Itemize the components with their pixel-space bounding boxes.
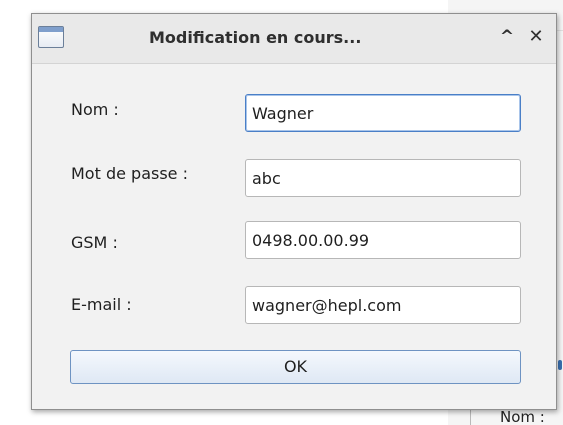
edit-dialog: Modification en cours... ^ ✕ Nom : Mot d… (31, 13, 557, 410)
ok-button[interactable]: OK (70, 350, 521, 384)
dialog-titlebar[interactable]: Modification en cours... ^ ✕ (32, 14, 556, 64)
background-label-nom: Nom : (500, 408, 545, 425)
email-label: E-mail : (71, 295, 132, 314)
background-accent (558, 360, 562, 370)
dialog-title: Modification en cours... (149, 28, 362, 47)
password-label: Mot de passe : (71, 164, 188, 183)
window-icon (38, 26, 64, 48)
desktop: Nom : Modification en cours... ^ ✕ Nom :… (0, 0, 563, 425)
gsm-label: GSM : (71, 233, 118, 252)
email-input[interactable] (245, 286, 521, 324)
nom-label: Nom : (71, 100, 119, 119)
gsm-input[interactable] (245, 221, 521, 259)
password-input[interactable] (245, 159, 521, 197)
close-icon[interactable]: ✕ (525, 26, 547, 48)
chevron-up-icon[interactable]: ^ (496, 26, 518, 48)
nom-input[interactable] (245, 94, 521, 132)
